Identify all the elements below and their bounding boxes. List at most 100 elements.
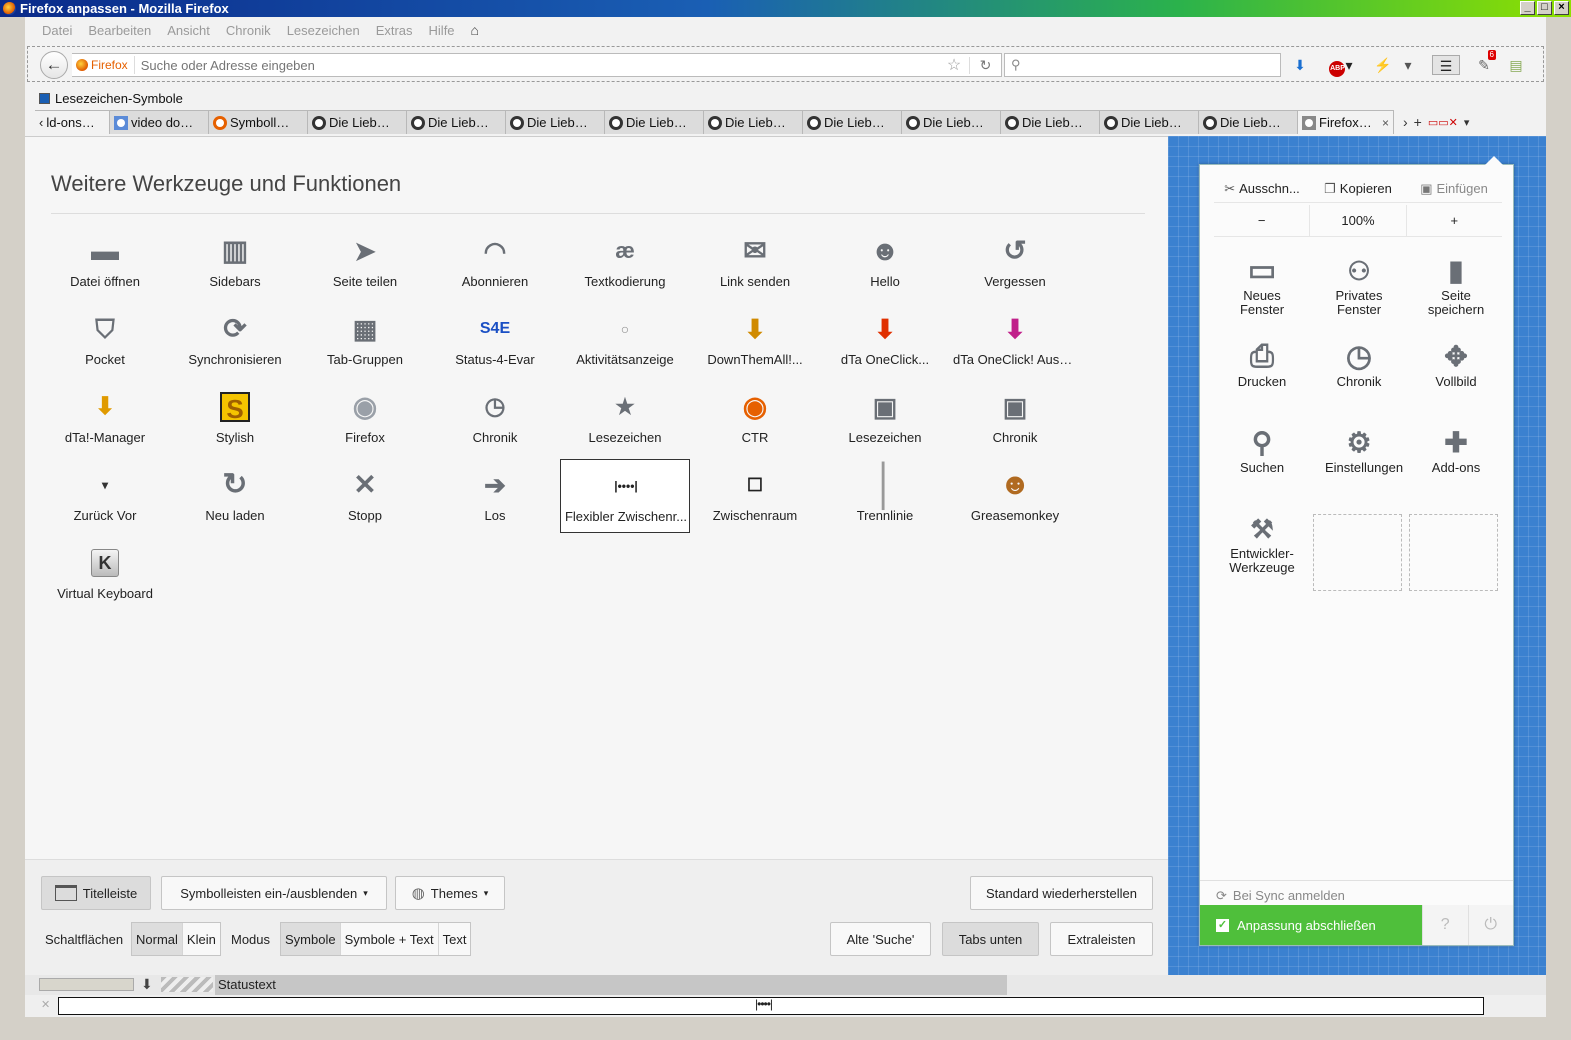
tab[interactable]: Die Lieb…	[901, 110, 1001, 134]
tab-close-icon[interactable]: ×	[1382, 116, 1389, 130]
old-search-button[interactable]: Alte 'Suche'	[830, 922, 931, 956]
home-icon[interactable]: ⌂	[471, 23, 485, 37]
tab[interactable]: Die Lieb…	[406, 110, 506, 134]
url-input[interactable]	[134, 57, 939, 73]
size-normal-option[interactable]: Normal	[132, 923, 183, 955]
palette-item[interactable]: ⛉ Pocket	[40, 303, 170, 377]
tab[interactable]: Die Lieb…	[1099, 110, 1199, 134]
palette-item[interactable]: ▦ Tab-Gruppen	[300, 303, 430, 377]
tab-scroll-right-icon[interactable]: ›	[1403, 114, 1408, 130]
tab[interactable]: Die Lieb…	[604, 110, 704, 134]
tab[interactable]: Die Lieb…	[703, 110, 803, 134]
tab[interactable]: Die Lieb…	[1000, 110, 1100, 134]
zoom-out-button[interactable]: −	[1214, 205, 1311, 236]
palette-item[interactable]: ◠ Abonnieren	[430, 225, 560, 299]
palette-item[interactable]: ★ Lesezeichen	[560, 381, 690, 455]
palette-item[interactable]: ▬ Datei öffnen	[40, 225, 170, 299]
palette-item[interactable]: ▾ Zurück Vor	[40, 459, 170, 533]
palette-item[interactable]: ☻ Greasemonkey	[950, 459, 1080, 533]
panel-item[interactable]: ⚙ Einstellungen	[1311, 417, 1407, 501]
panel-item[interactable]: ◷ Chronik	[1311, 331, 1407, 415]
close-addon-bar-icon[interactable]: ✕	[41, 998, 50, 1011]
palette-item[interactable]: │ Trennlinie	[820, 459, 950, 533]
finish-customizing-button[interactable]: ✓ Anpassung abschließen	[1200, 905, 1422, 945]
palette-item[interactable]: ◷ Chronik	[430, 381, 560, 455]
menu-lesezeichen[interactable]: Lesezeichen	[287, 23, 360, 38]
zoom-in-button[interactable]: +	[1407, 205, 1502, 236]
palette-item[interactable]: ⟳ Synchronisieren	[170, 303, 300, 377]
cut-button[interactable]: ✂ Ausschn...	[1214, 175, 1310, 202]
tab-window-buttons-icon[interactable]: ▭▭✕	[1428, 116, 1458, 129]
panel-item[interactable]: ✚ Add-ons	[1408, 417, 1504, 501]
palette-item[interactable]: ✉ Link senden	[690, 225, 820, 299]
paste-button[interactable]: ▣ Einfügen	[1406, 175, 1502, 202]
tab-active[interactable]: Firefox… ×	[1297, 110, 1394, 134]
size-small-option[interactable]: Klein	[183, 923, 220, 955]
mode-icons-option[interactable]: Symbole	[281, 923, 341, 955]
panel-item[interactable]: ▮ Seite speichern	[1408, 245, 1504, 329]
palette-item[interactable]: S4E Status-4-Evar	[430, 303, 560, 377]
bookmark-item[interactable]: Lesezeichen-Symbole	[55, 91, 183, 106]
palette-item[interactable]: ➔ Los	[430, 459, 560, 533]
reload-icon[interactable]: ↻	[969, 56, 1001, 74]
tab-scroll-left-icon[interactable]: ‹	[39, 115, 43, 130]
adblock-icon[interactable]: ABP▾	[1326, 55, 1356, 77]
menu-ansicht[interactable]: Ansicht	[167, 23, 210, 38]
menu-bearbeiten[interactable]: Bearbeiten	[88, 23, 151, 38]
mode-icons-text-option[interactable]: Symbole + Text	[341, 923, 439, 955]
quit-icon[interactable]: ⏻	[1467, 905, 1513, 945]
copy-button[interactable]: ❐ Kopieren	[1310, 175, 1406, 202]
back-button[interactable]: ←	[40, 51, 68, 79]
panel-item[interactable]: ⚇ Privates Fenster	[1311, 245, 1407, 329]
menu-chronik[interactable]: Chronik	[226, 23, 271, 38]
themes-button[interactable]: ◍ Themes ▾	[395, 876, 505, 910]
addon-bar-icon[interactable]: ▤	[1506, 55, 1526, 75]
palette-item[interactable]: ⬇ dTa OneClick! Ausw...	[950, 303, 1080, 377]
palette-item[interactable]: |••••| Flexibler Zwischenr...	[560, 459, 690, 533]
menu-icon[interactable]: ☰	[1432, 55, 1460, 75]
tab[interactable]: Die Lieb…	[802, 110, 902, 134]
search-box[interactable]: ⚲	[1004, 53, 1281, 77]
restore-defaults-button[interactable]: Standard wiederherstellen	[970, 876, 1153, 910]
tab[interactable]: Die Lieb…	[307, 110, 407, 134]
new-tab-icon[interactable]: +	[1414, 114, 1422, 130]
bookmark-star-icon[interactable]: ☆	[939, 55, 969, 75]
palette-item[interactable]: ◉ Firefox	[300, 381, 430, 455]
palette-item[interactable]: ▣ Chronik	[950, 381, 1080, 455]
panel-item[interactable]: ⚒ Entwickler-Werkzeuge	[1214, 503, 1310, 587]
titlebar-button[interactable]: Titelleiste	[41, 876, 151, 910]
menu-hilfe[interactable]: Hilfe	[429, 23, 455, 38]
menu-datei[interactable]: Datei	[42, 23, 72, 38]
palette-item[interactable]: ▣ Lesezeichen	[820, 381, 950, 455]
minimize-button[interactable]: _	[1520, 1, 1535, 15]
zoom-reset-button[interactable]: 100%	[1310, 205, 1407, 236]
dropdown-icon[interactable]: ▾	[1398, 55, 1418, 75]
panel-item[interactable]: ⚲ Suchen	[1214, 417, 1310, 501]
palette-item[interactable]: ↻ Neu laden	[170, 459, 300, 533]
palette-item[interactable]: ➤ Seite teilen	[300, 225, 430, 299]
tab[interactable]: ‹ ld-ons…	[35, 110, 110, 134]
palette-item[interactable]: ↺ Vergessen	[950, 225, 1080, 299]
palette-item[interactable]: S Stylish	[170, 381, 300, 455]
palette-item[interactable]: ◉ CTR	[690, 381, 820, 455]
maximize-button[interactable]: □	[1537, 1, 1552, 15]
download-arrow-icon[interactable]: ⬇	[141, 976, 153, 993]
menu-extras[interactable]: Extras	[376, 23, 413, 38]
panel-item[interactable]: ✥ Vollbild	[1408, 331, 1504, 415]
tabs-below-button[interactable]: Tabs unten	[942, 922, 1039, 956]
palette-item[interactable]: ▥ Sidebars	[170, 225, 300, 299]
palette-item[interactable]: ⬇ dTa!-Manager	[40, 381, 170, 455]
panel-item[interactable]: ⎙ Drucken	[1214, 331, 1310, 415]
palette-item[interactable]: ☻ Hello	[820, 225, 950, 299]
palette-item[interactable]: ⬇ DownThemAll!...	[690, 303, 820, 377]
close-button[interactable]: ×	[1554, 1, 1569, 15]
palette-item[interactable]: K Virtual Keyboard	[40, 537, 170, 611]
download-icon[interactable]: ⬇	[1290, 55, 1310, 75]
addon-notify-icon[interactable]: ✎ 6	[1474, 50, 1496, 75]
palette-item[interactable]: æ Textkodierung	[560, 225, 690, 299]
help-icon[interactable]: ?	[1422, 905, 1468, 945]
identity-box[interactable]: Firefox	[72, 56, 135, 74]
mode-text-option[interactable]: Text	[439, 923, 471, 955]
tab[interactable]: Symboll…	[208, 110, 308, 134]
extra-bars-button[interactable]: Extraleisten	[1050, 922, 1153, 956]
